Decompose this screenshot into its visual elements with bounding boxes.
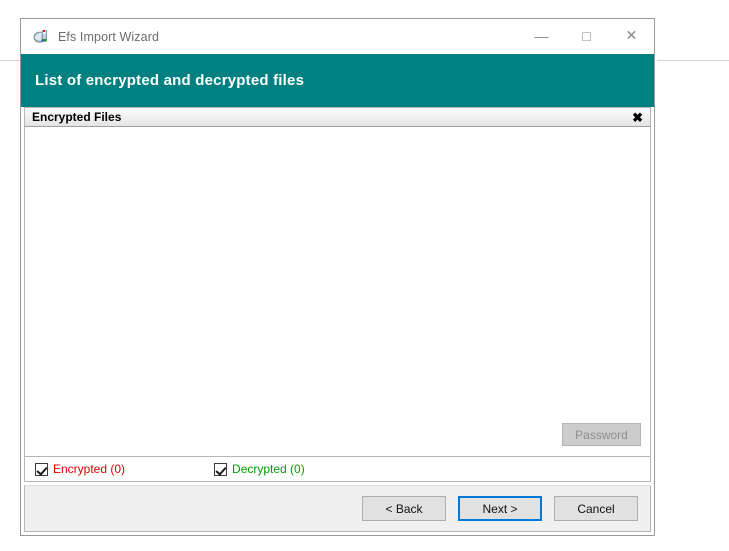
file-list-panel[interactable]: Password	[24, 127, 651, 457]
file-list-empty-area[interactable]	[25, 127, 650, 456]
title-bar: Efs Import Wizard — □ ✕	[21, 19, 654, 54]
group-close-icon[interactable]: ✖	[632, 111, 643, 124]
checkbox-encrypted-box[interactable]	[35, 462, 48, 476]
back-button[interactable]: < Back	[362, 496, 446, 521]
checkbox-decrypted-label: Decrypted (0)	[232, 462, 305, 476]
wizard-banner: List of encrypted and decrypted files	[21, 54, 654, 107]
footer-button-bar: < Back Next > Cancel	[24, 485, 651, 532]
encrypted-files-group-header: Encrypted Files ✖	[24, 107, 651, 127]
maximize-icon[interactable]: □	[564, 19, 609, 52]
desktop-divider-left	[0, 60, 20, 61]
window-body: Encrypted Files ✖ Password Encrypted (0)…	[21, 107, 654, 535]
close-icon[interactable]: ✕	[609, 19, 654, 52]
desktop-divider-right	[657, 60, 729, 61]
window-title: Efs Import Wizard	[58, 29, 160, 44]
minimize-icon[interactable]: —	[519, 19, 564, 52]
checkbox-encrypted-label: Encrypted (0)	[53, 462, 126, 476]
window-controls: — □ ✕	[519, 19, 654, 52]
filter-strip: Encrypted (0) Decrypted (0)	[24, 457, 651, 482]
group-header-label: Encrypted Files	[32, 110, 122, 124]
page-title: List of encrypted and decrypted files	[35, 72, 305, 89]
efs-import-wizard-window: Efs Import Wizard — □ ✕ List of encrypte…	[20, 18, 655, 536]
next-button[interactable]: Next >	[458, 496, 542, 521]
checkbox-encrypted[interactable]: Encrypted (0)	[35, 462, 125, 476]
checkbox-decrypted[interactable]: Decrypted (0)	[214, 462, 305, 476]
password-button: Password	[562, 423, 641, 446]
cancel-button[interactable]: Cancel	[554, 496, 638, 521]
computer-monitor-icon	[32, 28, 50, 46]
checkbox-decrypted-box[interactable]	[214, 462, 228, 476]
